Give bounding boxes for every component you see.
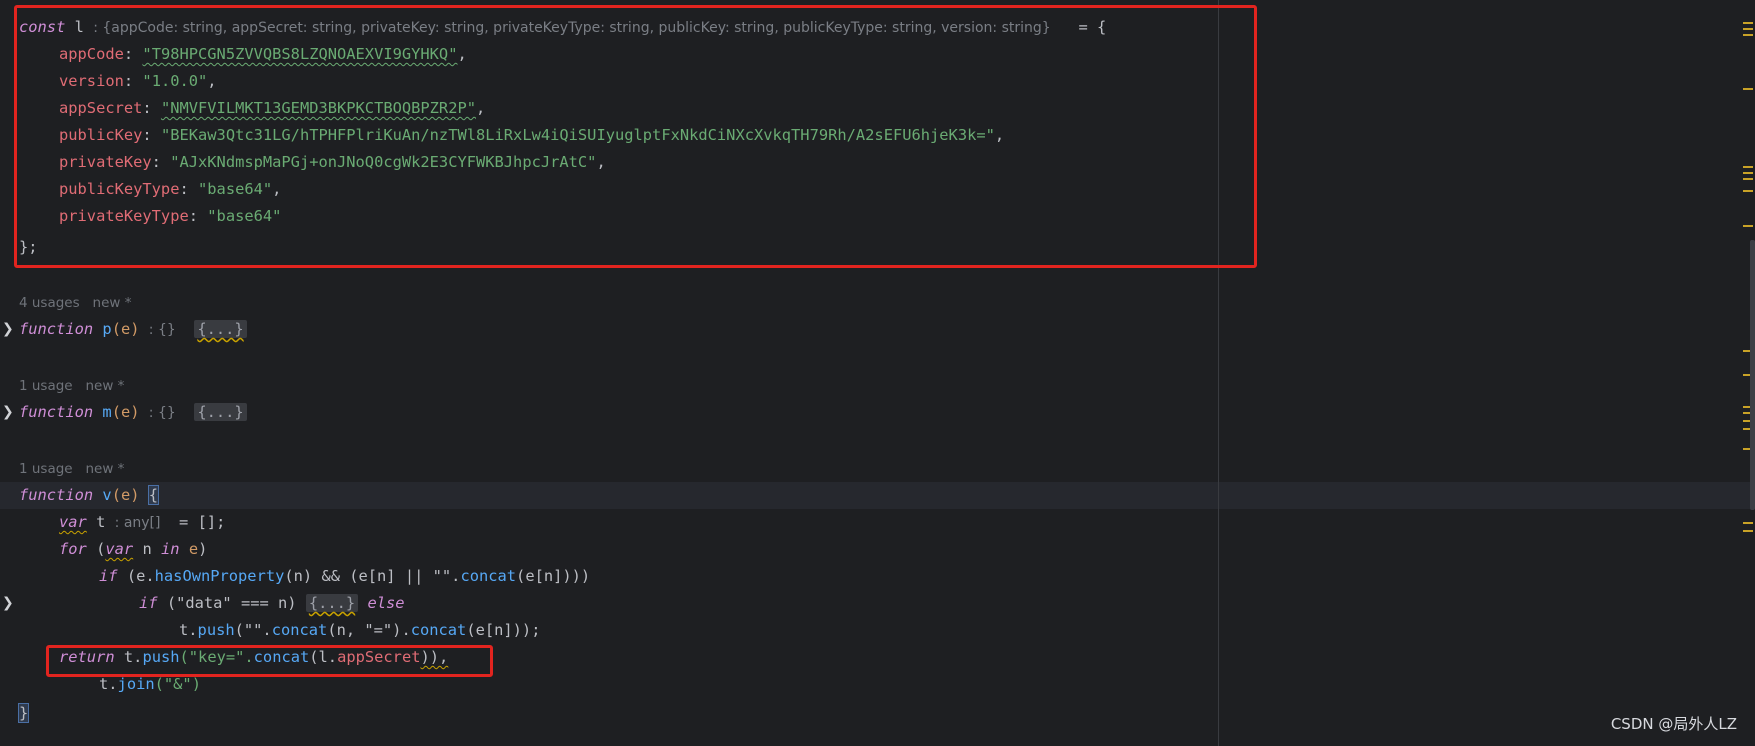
for-keyword: for (59, 540, 87, 558)
function-name: p (102, 320, 112, 338)
function-params: (e) (111, 320, 140, 338)
chevron-right-icon[interactable]: ❯ (2, 590, 14, 617)
else-keyword: else (367, 594, 405, 612)
push-arg-a: ("". (234, 621, 272, 639)
watermark: CSDN @局外人LZ (1610, 715, 1737, 733)
for-var-name: n (142, 540, 152, 558)
folded-body[interactable]: {...} (194, 320, 247, 338)
in-keyword: in (161, 540, 180, 558)
return-type-hint: : {} (148, 322, 176, 338)
var-init: = []; (179, 513, 226, 531)
push-arg-c: (e[n])); (466, 621, 541, 639)
var-keyword: var (59, 513, 87, 531)
function-p-line[interactable]: function p(e) : {} {...} (19, 316, 247, 343)
if-data-line[interactable]: if ("data" === n) {...} else (139, 590, 405, 617)
if-cond-b: (n) && (e[n] || "". (284, 567, 461, 585)
if-cond-c: (e[n]))) (516, 567, 591, 585)
chevron-right-icon[interactable]: ❯ (2, 316, 14, 343)
stripe-mark[interactable] (1743, 88, 1753, 90)
join-call: join (117, 675, 155, 693)
close-brace-line[interactable]: } (17, 700, 30, 727)
stripe-mark[interactable] (1743, 225, 1753, 227)
stripe-mark[interactable] (1743, 34, 1753, 36)
stripe-mark[interactable] (1743, 166, 1753, 168)
concat-call: concat (410, 621, 467, 639)
function-v-line[interactable]: function v(e) { (19, 482, 160, 509)
code-editor[interactable]: const l : {appCode: string, appSecret: s… (0, 0, 1755, 746)
function-keyword: function (19, 403, 94, 421)
concat-call: concat (271, 621, 328, 639)
join-line[interactable]: t.join("&") (99, 671, 201, 698)
stripe-mark[interactable] (1743, 530, 1753, 532)
function-keyword: function (19, 320, 94, 338)
stripe-mark[interactable] (1743, 28, 1753, 30)
open-brace: { (147, 485, 160, 505)
usage-hint-p[interactable]: 4 usages new * (19, 293, 131, 313)
stripe-mark[interactable] (1743, 172, 1753, 174)
for-object: e (188, 540, 199, 558)
stripe-mark[interactable] (1743, 22, 1753, 24)
hasownproperty-call: hasOwnProperty (154, 567, 285, 585)
highlight-box-config (14, 5, 1257, 268)
error-stripe[interactable] (1741, 0, 1755, 746)
concat-call: concat (460, 567, 517, 585)
if-keyword: if (139, 594, 158, 612)
for-line[interactable]: for (var n in e) (59, 536, 207, 563)
join-arg: ("&") (154, 675, 201, 693)
stripe-mark[interactable] (1743, 522, 1753, 524)
push-target: t. (179, 621, 198, 639)
push-arg-b: (n, "="). (327, 621, 411, 639)
usage-hint-v[interactable]: 1 usage new * (19, 459, 124, 479)
if2-cond: ("data" === n) (166, 594, 297, 612)
return-type-hint: : {} (148, 405, 176, 421)
usage-hint-m[interactable]: 1 usage new * (19, 376, 124, 396)
var-name: t (96, 513, 106, 531)
function-m-line[interactable]: function m(e) : {} {...} (19, 399, 247, 426)
if-line[interactable]: if (e.hasOwnProperty(n) && (e[n] || "".c… (99, 563, 590, 590)
current-line-highlight (0, 482, 1755, 509)
if-cond-a: (e. (126, 567, 155, 585)
for-var-keyword: var (105, 540, 134, 558)
function-name: v (102, 486, 112, 504)
function-keyword: function (19, 486, 94, 504)
vertical-scrollbar[interactable] (1750, 240, 1755, 510)
function-params: (e) (111, 486, 140, 504)
stripe-mark[interactable] (1743, 178, 1753, 180)
join-target: t. (99, 675, 118, 693)
folded-body[interactable]: {...} (194, 403, 247, 421)
push-line[interactable]: t.push("".concat(n, "=").concat(e[n])); (179, 617, 540, 644)
stripe-mark[interactable] (1743, 190, 1753, 192)
push-call: push (197, 621, 235, 639)
folded-body[interactable]: {...} (305, 594, 359, 612)
if-keyword: if (99, 567, 118, 585)
chevron-right-icon[interactable]: ❯ (2, 399, 14, 426)
function-name: m (102, 403, 112, 421)
close-brace: } (17, 703, 30, 723)
function-params: (e) (111, 403, 140, 421)
var-line[interactable]: var t : any[] = []; (59, 509, 225, 536)
var-type-hint: : any[] (114, 515, 161, 531)
